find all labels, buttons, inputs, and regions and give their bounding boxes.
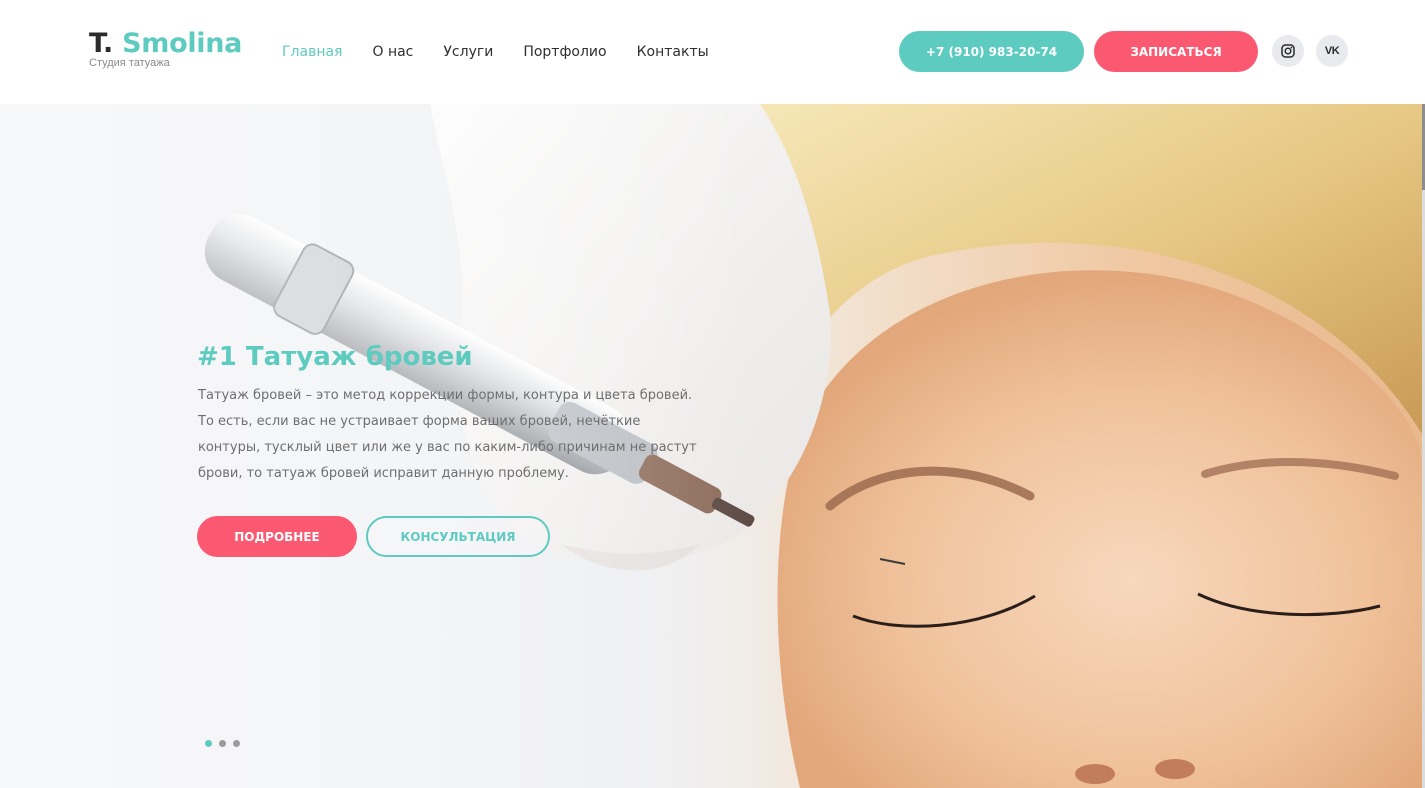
nav-item-home[interactable]: Главная (282, 43, 342, 61)
hero-title: #1 Татуаж бровей (197, 342, 473, 372)
slider-dots (205, 740, 247, 747)
logo-prefix: T. (89, 28, 113, 59)
vk-button[interactable]: VK (1316, 35, 1348, 67)
face-shape (777, 270, 1422, 788)
main-nav: Главная О нас Услуги Портфолио Контакты (282, 43, 739, 61)
nav-item-portfolio[interactable]: Портфолио (523, 43, 606, 61)
consultation-button[interactable]: Консультация (366, 516, 550, 557)
vk-icon: VK (1324, 45, 1340, 57)
hero-description: Татуаж бровей – это метод коррекции форм… (198, 388, 697, 481)
logo[interactable]: T. Smolina Студия татуажа (89, 28, 242, 69)
site-header: T. Smolina Студия татуажа Главная О нас … (0, 0, 1425, 104)
more-button[interactable]: Подробнее (197, 516, 357, 557)
logo-title: T. Smolina (89, 28, 242, 60)
nav-item-contacts[interactable]: Контакты (637, 43, 709, 61)
hero-slider: #1 Татуаж бровей Татуаж бровей – это мет… (0, 104, 1422, 788)
slider-dot-3[interactable] (233, 740, 240, 747)
instagram-button[interactable] (1272, 35, 1304, 67)
logo-name: Smolina (122, 28, 243, 59)
book-button[interactable]: Записаться (1094, 31, 1258, 72)
nav-item-services[interactable]: Услуги (443, 43, 493, 61)
slider-dot-2[interactable] (219, 740, 226, 747)
nav-item-about[interactable]: О нас (372, 43, 413, 61)
instagram-icon (1281, 44, 1295, 58)
phone-button[interactable]: +7 (910) 983-20-74 (899, 31, 1084, 72)
slider-dot-1[interactable] (205, 740, 212, 747)
